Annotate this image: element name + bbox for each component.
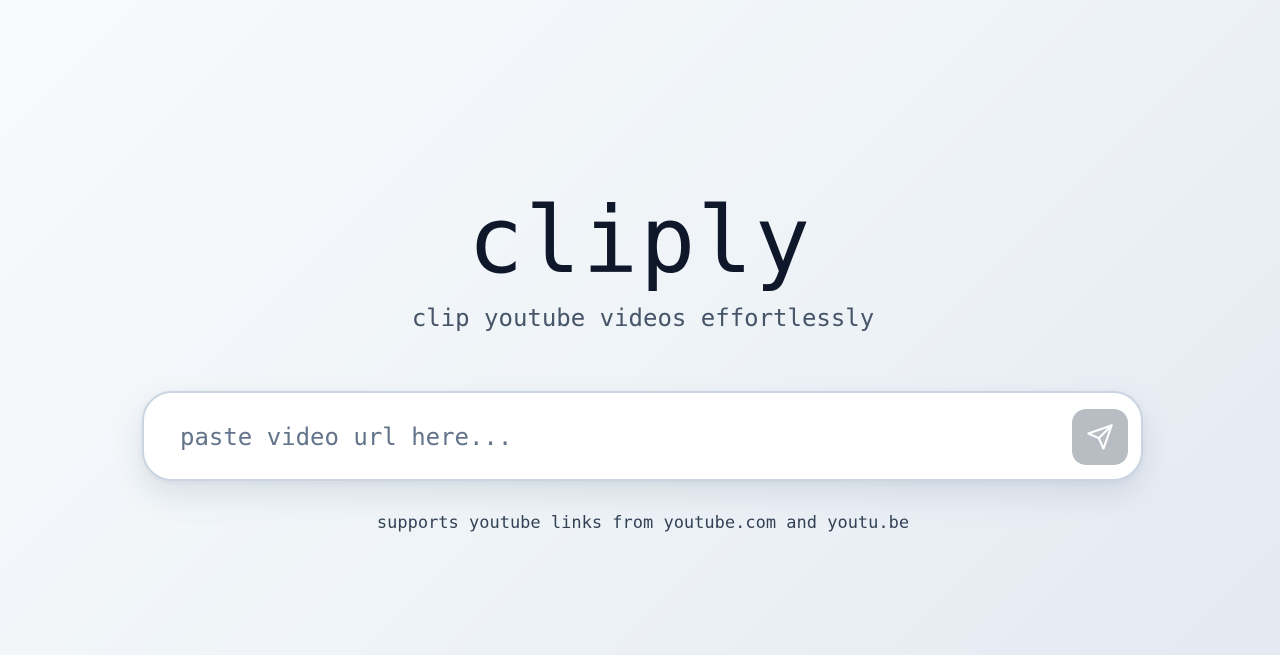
- app-tagline: clip youtube videos effortlessly: [411, 304, 875, 332]
- submit-button[interactable]: [1072, 409, 1128, 465]
- video-url-input[interactable]: [180, 411, 1060, 463]
- send-icon: [1087, 424, 1113, 450]
- hero-section: cliply clip youtube videos effortlessly …: [0, 0, 1280, 655]
- url-form: [142, 391, 1143, 481]
- app-title: cliply: [467, 187, 813, 294]
- supported-links-hint: supports youtube links from youtube.com …: [376, 513, 910, 533]
